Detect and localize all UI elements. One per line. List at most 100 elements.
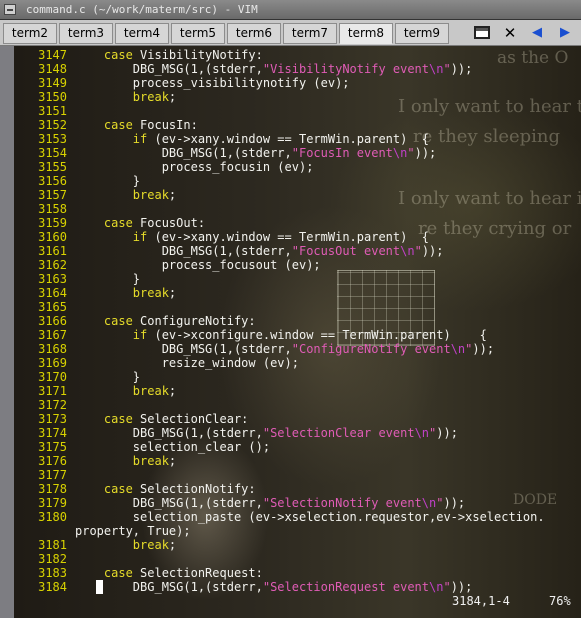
code-segment: DBG_MSG(1,(stderr,: [75, 244, 292, 258]
tab-label: term8: [347, 26, 385, 40]
tab-term8[interactable]: term8: [339, 23, 393, 44]
code-segment: ;: [168, 188, 177, 202]
line-number: 3173: [38, 412, 67, 426]
tab-label: term9: [403, 26, 441, 40]
code-text: break;: [75, 188, 176, 202]
next-tab-icon[interactable]: ▶: [556, 24, 574, 42]
code-segment: DBG_MSG(1,(stderr,: [75, 342, 292, 356]
code-line: 3177: [0, 468, 581, 482]
code-segment: selection_clear ();: [75, 440, 271, 454]
line-number: 3168: [38, 342, 67, 356]
code-line: 3148 DBG_MSG(1,(stderr,"VisibilityNotify…: [0, 62, 581, 76]
code-segment: ));: [421, 244, 444, 258]
prev-tab-icon[interactable]: ◀: [528, 24, 546, 42]
code-segment: (ev->xconfigure.window == TermWin.parent…: [147, 328, 487, 342]
line-number: 3153: [38, 132, 67, 146]
code-segment: DBG_MSG(1,(stderr,: [75, 62, 263, 76]
line-number: 3149: [38, 76, 67, 90]
line-number: 3184: [38, 580, 67, 594]
terminal-area[interactable]: as the O I only want to hear t re they s…: [0, 46, 581, 618]
line-number: 3166: [38, 314, 67, 328]
code-keyword: if: [132, 230, 148, 244]
code-line: 3152 case FocusIn:: [0, 118, 581, 132]
code-text: DBG_MSG(1,(stderr,"ConfigureNotify event…: [75, 342, 494, 356]
code-text: DBG_MSG(1,(stderr,"SelectionNotify event…: [75, 496, 465, 510]
code-text: DBG_MSG(1,(stderr,"SelectionRequest even…: [75, 580, 473, 594]
tab-term7[interactable]: term7: [283, 23, 337, 44]
line-number: 3177: [38, 468, 67, 482]
code-text: case SelectionClear:: [75, 412, 249, 426]
tab-term3[interactable]: term3: [59, 23, 113, 44]
code-keyword: if: [132, 132, 148, 146]
code-text: if (ev->xany.window == TermWin.parent) {: [75, 132, 429, 146]
code-keyword: case: [103, 216, 133, 230]
code-segment: DBG_MSG(1,(stderr,: [75, 146, 292, 160]
code-line: 3157 break;: [0, 188, 581, 202]
code-text: break;: [75, 538, 176, 552]
code-string: "SelectionClear event: [262, 426, 415, 440]
code-line: 3180 selection_paste (ev->xselection.req…: [0, 510, 581, 524]
code-text: }: [75, 272, 140, 286]
code-text: case SelectionRequest:: [75, 566, 263, 580]
code-line: 3162 process_focusout (ev);: [0, 258, 581, 272]
code-segment: ;: [168, 538, 177, 552]
line-number: 3154: [38, 146, 67, 160]
code-text: process_visibilitynotify (ev);: [75, 76, 350, 90]
code-segment: process_focusin (ev);: [75, 160, 314, 174]
code-segment: DBG_MSG(1,(stderr,: [75, 496, 263, 510]
code-text: break;: [75, 90, 176, 104]
tab-term6[interactable]: term6: [227, 23, 281, 44]
code-text: if (ev->xconfigure.window == TermWin.par…: [75, 328, 487, 342]
line-number: 3171: [38, 384, 67, 398]
code-line: 3160 if (ev->xany.window == TermWin.pare…: [0, 230, 581, 244]
code-keyword: case: [103, 118, 133, 132]
code-text: process_focusout (ev);: [75, 258, 321, 272]
code-text: break;: [75, 454, 176, 468]
code-text: DBG_MSG(1,(stderr,"VisibilityNotify even…: [75, 62, 473, 76]
tab-label: term5: [179, 26, 217, 40]
code-line: 3153 if (ev->xany.window == TermWin.pare…: [0, 132, 581, 146]
window-menu-icon[interactable]: [4, 4, 16, 15]
code-escape: \n: [414, 426, 430, 440]
code-segment: process_focusout (ev);: [75, 258, 321, 272]
code-text: case SelectionNotify:: [75, 482, 256, 496]
tab-term9[interactable]: term9: [395, 23, 449, 44]
code-escape: \n: [392, 146, 408, 160]
code-segment: }: [75, 174, 141, 188]
line-number: 3164: [38, 286, 67, 300]
line-number: 3165: [38, 300, 67, 314]
code-line: 3164 break;: [0, 286, 581, 300]
code-string: "FocusOut event: [291, 244, 401, 258]
code-segment: (ev->xany.window == TermWin.parent) {: [147, 230, 430, 244]
code-segment: VisibilityNotify:: [132, 48, 263, 62]
code-segment: FocusOut:: [132, 216, 206, 230]
line-number: 3180: [38, 510, 67, 524]
code-line: 3167 if (ev->xconfigure.window == TermWi…: [0, 328, 581, 342]
tab-label: term4: [123, 26, 161, 40]
code-string: "ConfigureNotify event: [291, 342, 451, 356]
code-segment: resize_window (ev);: [75, 356, 299, 370]
line-number: 3157: [38, 188, 67, 202]
line-number: 3161: [38, 244, 67, 258]
tab-term5[interactable]: term5: [171, 23, 225, 44]
line-number: 3147: [38, 48, 67, 62]
line-number: 3160: [38, 230, 67, 244]
code-line: 3173 case SelectionClear:: [0, 412, 581, 426]
code-segment: process_visibilitynotify (ev);: [75, 76, 350, 90]
close-tab-icon[interactable]: ✕: [501, 24, 519, 42]
code-line: 3178 case SelectionNotify:: [0, 482, 581, 496]
code-keyword: case: [103, 566, 133, 580]
line-number: 3181: [38, 538, 67, 552]
tab-term4[interactable]: term4: [115, 23, 169, 44]
code-keyword: case: [103, 48, 133, 62]
window-icon[interactable]: [474, 26, 490, 39]
tab-term2[interactable]: term2: [3, 23, 57, 44]
code-keyword: case: [103, 314, 133, 328]
